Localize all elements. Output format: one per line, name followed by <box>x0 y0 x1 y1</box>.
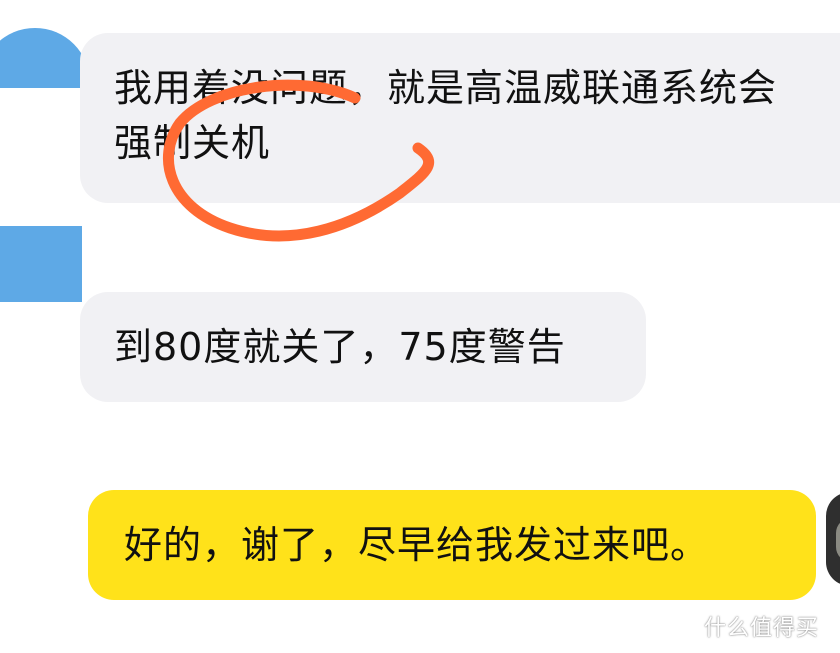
watermark: 值 什么值得买 <box>672 614 819 644</box>
own-avatar[interactable] <box>826 492 840 586</box>
incoming-message-bubble[interactable]: 到80度就关了，75度警告 <box>80 292 646 402</box>
contact-avatar[interactable] <box>0 28 90 88</box>
message-text: 我用着没问题，就是高温威联通系统会强制关机 <box>114 66 778 165</box>
chat-view: 我用着没问题，就是高温威联通系统会强制关机 到80度就关了，75度警告 好的，谢… <box>0 0 840 653</box>
watermark-text: 什么值得买 <box>704 616 820 641</box>
contact-avatar[interactable] <box>0 226 82 302</box>
incoming-message-bubble[interactable]: 我用着没问题，就是高温威联通系统会强制关机 <box>80 33 840 203</box>
smzdm-logo-icon: 值 <box>672 616 698 642</box>
message-text: 好的，谢了，尽早给我发过来吧。 <box>124 523 710 567</box>
outgoing-message-bubble[interactable]: 好的，谢了，尽早给我发过来吧。 <box>88 490 816 600</box>
svg-text:值: 值 <box>678 622 691 638</box>
message-text: 到80度就关了，75度警告 <box>114 325 566 369</box>
